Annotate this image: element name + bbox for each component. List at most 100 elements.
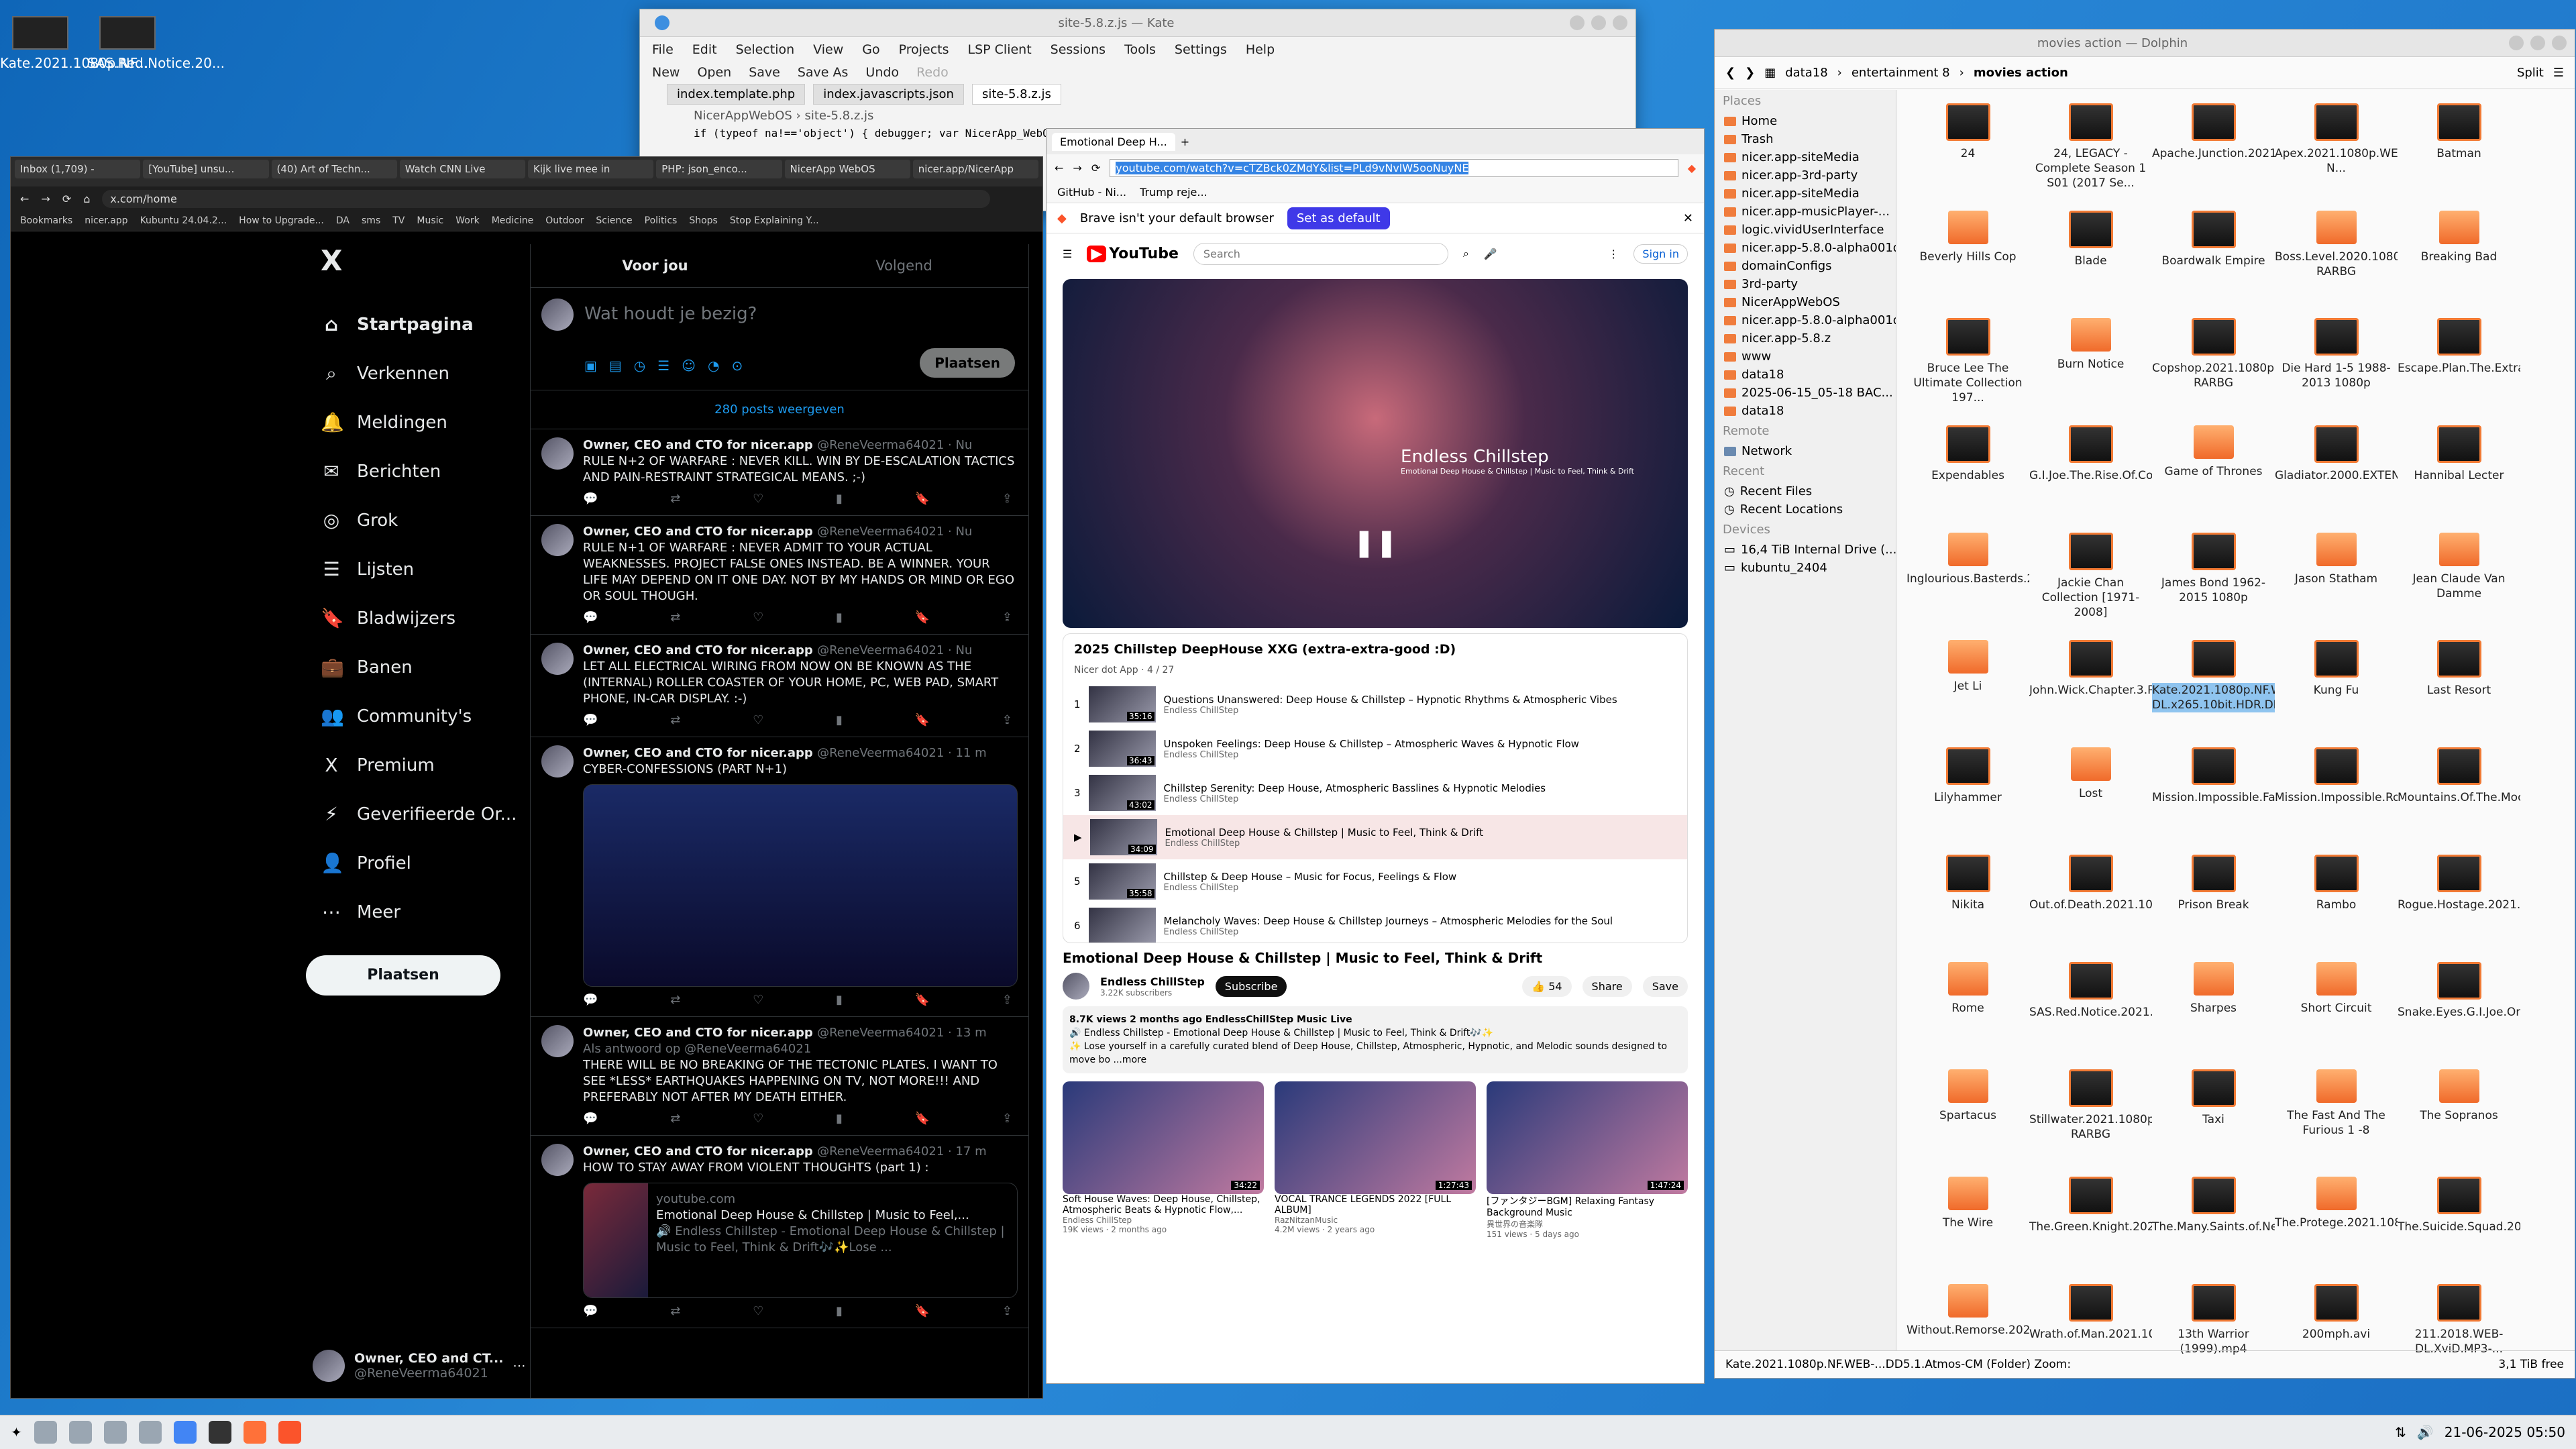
url-field[interactable]: x.com/home xyxy=(102,189,991,208)
bookmark-item[interactable]: Politics xyxy=(645,215,678,226)
folder-item[interactable]: Beverly Hills Cop xyxy=(1907,211,2029,306)
nav-item[interactable]: X Premium xyxy=(306,741,527,790)
retweet-icon[interactable]: ⇄ xyxy=(670,610,680,626)
place-item[interactable]: NicerAppWebOS xyxy=(1715,293,1896,311)
folder-item[interactable]: The.Suicide.Squad.2021.1080p.WEBRip.... xyxy=(2398,1177,2520,1272)
tweet-author[interactable]: Owner, CEO and CTO for nicer.app xyxy=(583,746,817,760)
share-button[interactable]: Share xyxy=(1582,975,1632,997)
mic-icon[interactable]: 🎤 xyxy=(1484,248,1497,260)
bookmark-item[interactable]: Music xyxy=(417,215,443,226)
bookmark-item[interactable]: Stop Explaining Y... xyxy=(730,215,819,226)
play-pause-icon[interactable]: ❚❚ xyxy=(1352,527,1397,558)
desktop-icon-sas[interactable]: SAS.Red.Notice.20... xyxy=(87,16,225,71)
bookmark-item[interactable]: Science xyxy=(596,215,632,226)
search-input[interactable]: Search xyxy=(1193,242,1448,265)
retweet-icon[interactable]: ⇄ xyxy=(670,1303,680,1320)
browser-tab[interactable]: [YouTube] unsu... xyxy=(143,160,269,178)
folder-item[interactable]: The.Protege.2021.1080p.WEBRip.x264-... xyxy=(2275,1177,2398,1272)
post-button[interactable]: Plaatsen xyxy=(306,955,500,996)
taskbar-app[interactable] xyxy=(173,1421,197,1444)
share-icon[interactable]: ⇪ xyxy=(1002,491,1012,507)
folder-item[interactable]: Inglourious.Basterds.2009.INTERNAL.HDR..… xyxy=(1907,533,2029,628)
redo-button[interactable]: Redo xyxy=(916,65,949,80)
reply-icon[interactable]: 💬 xyxy=(583,712,598,729)
compose-tools-icons[interactable]: ▣▤◷☰☺◔⊙ xyxy=(584,358,755,374)
views-icon[interactable]: ▮ xyxy=(836,1303,843,1320)
folder-item[interactable]: Rome xyxy=(1907,962,2029,1057)
folder-item[interactable]: 24, LEGACY - Complete Season 1 S01 (2017… xyxy=(2029,103,2152,199)
tweet[interactable]: Owner, CEO and CTO for nicer.app @ReneVe… xyxy=(531,1017,1028,1136)
avatar[interactable] xyxy=(541,1025,574,1057)
folder-item[interactable]: Gladiator.2000.EXTENDED.1080p.BluRay.... xyxy=(2275,425,2398,521)
sign-in-button[interactable]: Sign in xyxy=(1633,244,1688,264)
place-item[interactable]: nicer.app-siteMedia xyxy=(1715,148,1896,166)
folder-item[interactable]: Taxi xyxy=(2152,1069,2275,1165)
avatar[interactable] xyxy=(541,643,574,675)
browser-tab[interactable]: Inbox (1,709) - xyxy=(15,160,141,178)
folder-item[interactable]: Rambo xyxy=(2275,855,2398,950)
menu-go[interactable]: Go xyxy=(862,42,879,57)
like-button[interactable]: 👍 54 xyxy=(1522,975,1572,997)
playlist-item[interactable]: 2 36:43 Unspoken Feelings: Deep House & Ch… xyxy=(1063,727,1687,771)
folder-item[interactable]: Copshop.2021.1080p.WEBRip.x264-RARBG xyxy=(2152,318,2275,413)
channel-avatar[interactable] xyxy=(1063,973,1089,1000)
search-icon[interactable]: ⌕ xyxy=(1463,247,1469,260)
share-icon[interactable]: ⇪ xyxy=(1002,610,1012,626)
back-icon[interactable]: ❮ xyxy=(1725,66,1735,80)
volume-icon[interactable]: 🔊 xyxy=(2417,1424,2434,1440)
view-icons-icon[interactable]: ▦ xyxy=(1764,66,1776,80)
taskbar-app[interactable] xyxy=(208,1421,231,1444)
menu-sessions[interactable]: Sessions xyxy=(1051,42,1106,57)
bookmark-item[interactable]: Shops xyxy=(689,215,718,226)
minimize-button[interactable] xyxy=(1570,15,1585,30)
reply-icon[interactable]: 💬 xyxy=(583,610,598,626)
taskbar-app[interactable] xyxy=(138,1421,162,1444)
folder-item[interactable]: Kate.2021.1080p.NF.WEB-DL.x265.10bit.HDR… xyxy=(2152,640,2275,735)
bookmark-icon[interactable]: 🔖 xyxy=(915,610,930,626)
folder-item[interactable]: Boss.Level.2020.1080p.WEBRip.x264-RARBG xyxy=(2275,211,2398,306)
bookmark-item[interactable]: GitHub - Ni... xyxy=(1057,186,1126,199)
folder-item[interactable]: Out.of.Death.2021.1080p.WEBRip.x264-... xyxy=(2029,855,2152,950)
place-item[interactable]: domainConfigs xyxy=(1715,257,1896,275)
reply-icon[interactable]: 💬 xyxy=(583,491,598,507)
folder-item[interactable]: Burn Notice xyxy=(2029,318,2152,413)
retweet-icon[interactable]: ⇄ xyxy=(670,491,680,507)
save-as-button[interactable]: Save As xyxy=(798,65,849,80)
views-icon[interactable]: ▮ xyxy=(836,610,843,626)
hamburger-menu-icon[interactable]: ☰ xyxy=(2553,66,2564,80)
bookmark-item[interactable]: Kubuntu 24.04.2... xyxy=(140,215,227,226)
place-item[interactable]: nicer.app-siteMedia xyxy=(1715,184,1896,203)
folder-item[interactable]: Bruce Lee The Ultimate Collection 197... xyxy=(1907,318,2029,413)
folder-item[interactable]: SAS.Red.Notice.2021.1080p.WEBRip.x264-..… xyxy=(2029,962,2152,1057)
folder-item[interactable]: Breaking Bad xyxy=(2398,211,2520,306)
menu-icon[interactable]: ☰ xyxy=(1063,248,1072,260)
bookmark-item[interactable]: DA xyxy=(336,215,350,226)
video-player[interactable]: Endless Chillstep Emotional Deep House &… xyxy=(1063,279,1688,628)
maximize-button[interactable] xyxy=(2530,36,2545,50)
place-item[interactable]: nicer.app-3rd-party xyxy=(1715,166,1896,184)
forward-icon[interactable]: ❯ xyxy=(1745,66,1755,80)
retweet-icon[interactable]: ⇄ xyxy=(670,1111,680,1127)
place-item[interactable]: Trash xyxy=(1715,130,1896,148)
folder-item[interactable]: Escape.Plan.The.Extractors.2019.1080p.Bl… xyxy=(2398,318,2520,413)
browser-tab[interactable]: NicerApp WebOS xyxy=(784,160,910,178)
bookmark-icon[interactable]: 🔖 xyxy=(915,712,930,729)
account-switcher[interactable]: Owner, CEO and CT... @ReneVeerma64021 ⋯ xyxy=(313,1350,525,1382)
place-item[interactable]: nicer.app-musicPlayer-... xyxy=(1715,203,1896,221)
bookmark-icon[interactable]: 🔖 xyxy=(915,1111,930,1127)
bookmark-item[interactable]: sms xyxy=(362,215,380,226)
reload-icon[interactable]: ⟳ xyxy=(62,193,71,205)
menu-view[interactable]: View xyxy=(813,42,843,57)
channel-name[interactable]: Endless ChillStep xyxy=(1100,975,1205,988)
share-icon[interactable]: ⇪ xyxy=(1002,1303,1012,1320)
tweet[interactable]: Owner, CEO and CTO for nicer.app @ReneVe… xyxy=(531,737,1028,1017)
more-icon[interactable]: ⋮ xyxy=(1608,248,1619,260)
bookmark-icon[interactable]: 🔖 xyxy=(915,491,930,507)
breadcrumb-item[interactable]: entertainment 8 xyxy=(1851,66,1950,80)
folder-item[interactable]: Kung Fu xyxy=(2275,640,2398,735)
network-icon[interactable]: ⇅ xyxy=(2395,1424,2406,1440)
place-item[interactable]: nicer.app-5.8.0-alpha001d xyxy=(1715,311,1896,329)
folder-item[interactable]: Lost xyxy=(2029,747,2152,843)
folder-item[interactable]: Mountains.Of.The.Moon.1990.PROPER.1080p.… xyxy=(2398,747,2520,843)
x-browser-window[interactable]: Inbox (1,709) - [YouTube] unsu... (40) A… xyxy=(11,157,1042,1398)
